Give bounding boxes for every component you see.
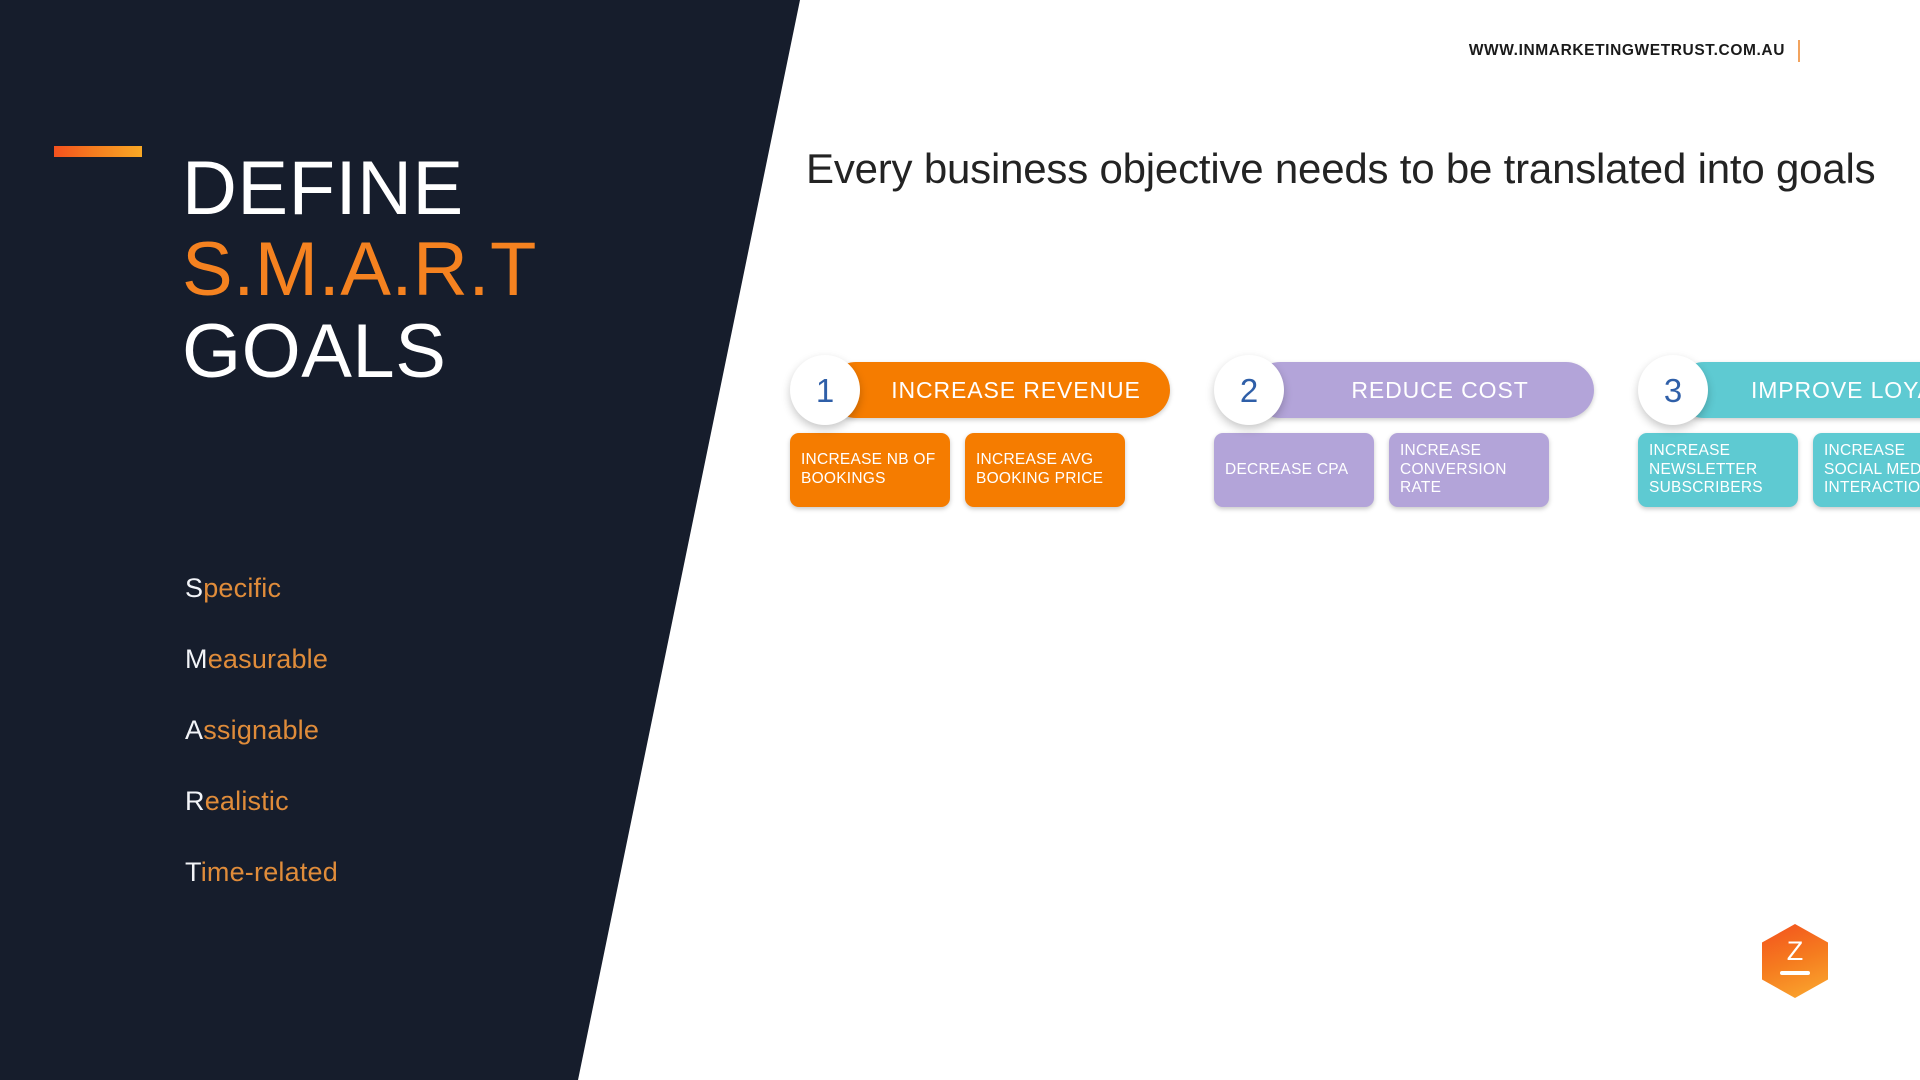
subgoal-label: INCREASE CONVERSION RATE [1400, 441, 1507, 497]
subgoal-box[interactable]: DECREASE CPA [1214, 433, 1374, 507]
slide-canvas: DEFINE S.M.A.R.T GOALS Specific Measurab… [0, 0, 1920, 1080]
hexagon-logo-icon: Z [1762, 924, 1828, 998]
slide-title: DEFINE S.M.A.R.T GOALS [182, 148, 602, 392]
smart-lead-letter: R [185, 786, 205, 816]
logo-underline-bar [1780, 971, 1810, 975]
smart-lead-letter: M [185, 644, 208, 674]
smart-rest-text: easurable [207, 644, 329, 674]
smart-item-measurable: Measurable [185, 646, 338, 673]
smart-rest-text: ime-related [200, 857, 338, 887]
smart-lead-letter: S [185, 573, 204, 603]
goal-number-3: 3 [1663, 371, 1683, 409]
subgoal-label: DECREASE CPA [1225, 460, 1349, 478]
site-url-block: WWW.INMARKETINGWETRUST.COM.AU [1469, 40, 1800, 62]
goal-pill-wrapper-3: IMPROVE LOYALTY 3 [1638, 355, 1920, 425]
smart-rest-text: ealistic [204, 786, 289, 816]
title-line-2: S.M.A.R.T [182, 227, 537, 313]
page-title: Every business objective needs to be tra… [806, 145, 1876, 192]
smart-item-time-related: Time-related [185, 859, 338, 886]
smart-item-realistic: Realistic [185, 788, 338, 815]
goals-row: INCREASE REVENUE 1 INCREASE NB OF BOOKIN… [790, 355, 1920, 507]
smart-rest-text: pecific [203, 573, 282, 603]
logo-letter: Z [1786, 936, 1804, 966]
goal-pill-wrapper-1: INCREASE REVENUE 1 [790, 355, 1170, 425]
goal-number-badge-2: 2 [1214, 355, 1284, 425]
goal-column-2: REDUCE COST 2 DECREASE CPA INCREASE CONV… [1214, 355, 1594, 507]
subgoal-box[interactable]: INCREASE NEWSLETTER SUBSCRIBERS [1638, 433, 1798, 507]
subgoal-group-1: INCREASE NB OF BOOKINGS INCREASE AVG BOO… [790, 433, 1170, 507]
title-line-3: GOALS [182, 308, 447, 394]
goal-pill-label-1: INCREASE REVENUE [891, 376, 1141, 403]
subgoal-box[interactable]: INCREASE SOCIAL MEDIA INTERACTION [1813, 433, 1920, 507]
goal-pill-label-2: REDUCE COST [1351, 376, 1529, 403]
site-url-text: WWW.INMARKETINGWETRUST.COM.AU [1468, 42, 1785, 59]
goal-pill-2[interactable]: REDUCE COST [1252, 362, 1594, 418]
goal-column-1: INCREASE REVENUE 1 INCREASE NB OF BOOKIN… [790, 355, 1170, 507]
subgoal-label: INCREASE AVG BOOKING PRICE [976, 451, 1104, 487]
subgoal-label: INCREASE NB OF BOOKINGS [801, 451, 936, 487]
subgoal-label: INCREASE NEWSLETTER SUBSCRIBERS [1649, 441, 1763, 497]
goal-pill-wrapper-2: REDUCE COST 2 [1214, 355, 1594, 425]
smart-rest-text: ssignable [203, 715, 320, 745]
subgoal-box[interactable]: INCREASE NB OF BOOKINGS [790, 433, 950, 507]
smart-acronym-list: Specific Measurable Assignable Realistic… [185, 575, 338, 930]
accent-bar-decoration [54, 146, 142, 157]
smart-lead-letter: T [185, 857, 201, 887]
url-divider-icon [1798, 40, 1800, 62]
goal-pill-1[interactable]: INCREASE REVENUE [828, 362, 1170, 418]
smart-item-assignable: Assignable [185, 717, 338, 744]
smart-lead-letter: A [185, 715, 204, 745]
subgoal-group-3: INCREASE NEWSLETTER SUBSCRIBERS INCREASE… [1638, 433, 1920, 507]
goal-pill-3[interactable]: IMPROVE LOYALTY [1676, 362, 1920, 418]
smart-item-specific: Specific [185, 575, 338, 602]
subgoal-group-2: DECREASE CPA INCREASE CONVERSION RATE [1214, 433, 1594, 507]
goal-number-1: 1 [815, 371, 835, 409]
goal-number-badge-1: 1 [790, 355, 860, 425]
subgoal-box[interactable]: INCREASE CONVERSION RATE [1389, 433, 1549, 507]
goal-pill-label-3: IMPROVE LOYALTY [1750, 376, 1920, 403]
company-logo[interactable]: Z [1762, 924, 1828, 998]
title-line-1: DEFINE [182, 146, 464, 231]
subgoal-box[interactable]: INCREASE AVG BOOKING PRICE [965, 433, 1125, 507]
goal-column-3: IMPROVE LOYALTY 3 INCREASE NEWSLETTER SU… [1638, 355, 1920, 507]
goal-number-2: 2 [1239, 371, 1259, 409]
subgoal-label: INCREASE SOCIAL MEDIA INTERACTION [1824, 441, 1920, 497]
goal-number-badge-3: 3 [1638, 355, 1708, 425]
